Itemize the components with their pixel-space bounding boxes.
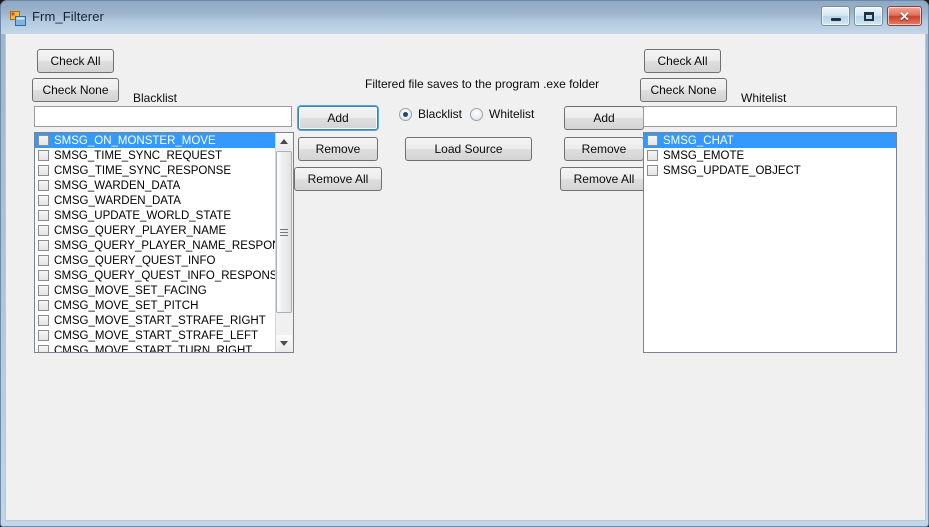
window-title: Frm_Filterer — [32, 9, 104, 24]
blacklist-item[interactable]: CMSG_MOVE_START_TURN_RIGHT — [35, 343, 293, 352]
blacklist-item-label: SMSG_QUERY_PLAYER_NAME_RESPONSE — [54, 239, 293, 252]
checkbox-icon[interactable] — [38, 150, 49, 161]
blacklist-item[interactable]: SMSG_WARDEN_DATA — [35, 178, 293, 193]
checkbox-icon[interactable] — [38, 285, 49, 296]
checkbox-icon[interactable] — [38, 225, 49, 236]
checkbox-icon[interactable] — [38, 315, 49, 326]
checkbox-icon[interactable] — [38, 240, 49, 251]
checkbox-icon[interactable] — [38, 135, 49, 146]
whitelist-remove-all-button[interactable]: Remove All — [560, 167, 648, 191]
whitelist-item[interactable]: SMSG_CHAT — [644, 133, 896, 148]
blacklist-item[interactable]: CMSG_QUERY_QUEST_INFO — [35, 253, 293, 268]
whitelist-add-button[interactable]: Add — [564, 106, 644, 130]
blacklist-item[interactable]: CMSG_MOVE_START_STRAFE_LEFT — [35, 328, 293, 343]
blacklist-item[interactable]: SMSG_UPDATE_WORLD_STATE — [35, 208, 293, 223]
blacklist-item-label: CMSG_MOVE_START_TURN_RIGHT — [54, 344, 253, 353]
blacklist-item-label: CMSG_TIME_SYNC_RESPONSE — [54, 164, 232, 177]
blacklist-item[interactable]: CMSG_QUERY_PLAYER_NAME — [35, 223, 293, 238]
blacklist-items: SMSG_ON_MONSTER_MOVE SMSG_TIME_SYNC_REQUE… — [35, 133, 293, 352]
blacklist-item[interactable]: SMSG_ON_MONSTER_MOVE — [35, 133, 293, 148]
blacklist-item[interactable]: SMSG_TIME_SYNC_REQUEST — [35, 148, 293, 163]
checkbox-icon[interactable] — [38, 330, 49, 341]
radio-blacklist-icon — [399, 107, 412, 121]
maximize-icon — [855, 7, 882, 25]
blacklist-item-label: CMSG_WARDEN_DATA — [54, 194, 181, 207]
checkbox-icon[interactable] — [38, 345, 49, 352]
blacklist-remove-all-button[interactable]: Remove All — [294, 167, 382, 191]
blacklist-item-label: CMSG_MOVE_SET_PITCH — [54, 299, 199, 312]
checkbox-icon[interactable] — [38, 270, 49, 281]
minimize-icon — [822, 7, 849, 25]
whitelist-search-input[interactable] — [643, 106, 897, 127]
application-window: Frm_Filterer ✕ Check All Check None Blac… — [0, 0, 929, 527]
title-bar[interactable]: Frm_Filterer ✕ — [1, 1, 928, 34]
maximize-button[interactable] — [854, 6, 883, 26]
radio-blacklist-label: Blacklist — [418, 107, 463, 121]
whitelist-item-label: SMSG_CHAT — [663, 134, 734, 147]
blacklist-item[interactable]: CMSG_WARDEN_DATA — [35, 193, 293, 208]
form-client-area: Check All Check None Blacklist SMSG_ON_M… — [5, 34, 926, 521]
load-source-button[interactable]: Load Source — [405, 137, 532, 161]
blacklist-remove-button[interactable]: Remove — [298, 137, 378, 161]
whitelist-listbox[interactable]: SMSG_CHAT SMSG_EMOTE SMSG_UPDATE_OBJECT — [643, 132, 897, 353]
checkbox-icon[interactable] — [38, 300, 49, 311]
blacklist-item[interactable]: SMSG_QUERY_PLAYER_NAME_RESPONSE — [35, 238, 293, 253]
blacklist-item-label: CMSG_MOVE_SET_FACING — [54, 284, 207, 297]
blacklist-item-label: SMSG_WARDEN_DATA — [54, 179, 181, 192]
blacklist-item-label: CMSG_QUERY_QUEST_INFO — [54, 254, 216, 267]
checkbox-icon[interactable] — [38, 180, 49, 191]
scrollbar-grip-icon — [280, 228, 288, 236]
scroll-up-icon[interactable] — [276, 133, 292, 150]
close-icon: ✕ — [899, 8, 910, 24]
blacklist-item[interactable]: CMSG_MOVE_START_STRAFE_RIGHT — [35, 313, 293, 328]
whitelist-check-all-button[interactable]: Check All — [644, 49, 721, 73]
blacklist-item-label: CMSG_MOVE_START_STRAFE_LEFT — [54, 329, 259, 342]
blacklist-item-label: CMSG_MOVE_START_STRAFE_RIGHT — [54, 314, 266, 327]
whitelist-item[interactable]: SMSG_UPDATE_OBJECT — [644, 163, 896, 178]
whitelist-remove-button[interactable]: Remove — [564, 137, 644, 161]
radio-whitelist-label: Whitelist — [489, 107, 535, 121]
whitelist-item-label: SMSG_EMOTE — [663, 149, 745, 162]
blacklist-item-label: SMSG_UPDATE_WORLD_STATE — [54, 209, 232, 222]
checkbox-icon[interactable] — [38, 165, 49, 176]
radio-whitelist[interactable]: Whitelist — [470, 107, 534, 121]
blacklist-scrollbar[interactable] — [275, 133, 293, 352]
close-button[interactable]: ✕ — [887, 6, 922, 26]
checkbox-icon[interactable] — [647, 165, 658, 176]
checkbox-icon[interactable] — [38, 255, 49, 266]
blacklist-label: Blacklist — [133, 91, 178, 105]
whitelist-items: SMSG_CHAT SMSG_EMOTE SMSG_UPDATE_OBJECT — [644, 133, 896, 352]
blacklist-check-none-button[interactable]: Check None — [32, 78, 119, 102]
checkbox-icon[interactable] — [38, 210, 49, 221]
blacklist-item-label: CMSG_QUERY_PLAYER_NAME — [54, 224, 227, 237]
blacklist-item[interactable]: CMSG_MOVE_SET_FACING — [35, 283, 293, 298]
scroll-down-icon[interactable] — [276, 335, 292, 352]
form-icon — [10, 11, 26, 26]
blacklist-check-all-button[interactable]: Check All — [37, 49, 114, 73]
radio-whitelist-icon — [470, 107, 483, 121]
blacklist-item-label: SMSG_TIME_SYNC_REQUEST — [54, 149, 223, 162]
checkbox-icon[interactable] — [647, 135, 658, 146]
blacklist-add-button[interactable]: Add — [298, 106, 378, 130]
whitelist-check-none-button[interactable]: Check None — [640, 78, 727, 102]
blacklist-item[interactable]: CMSG_MOVE_SET_PITCH — [35, 298, 293, 313]
minimize-button[interactable] — [821, 6, 850, 26]
whitelist-item-label: SMSG_UPDATE_OBJECT — [663, 164, 801, 177]
blacklist-search-input[interactable] — [34, 106, 292, 127]
save-location-note: Filtered file saves to the program .exe … — [365, 77, 600, 91]
checkbox-icon[interactable] — [647, 150, 658, 161]
radio-blacklist[interactable]: Blacklist — [399, 107, 462, 121]
whitelist-item[interactable]: SMSG_EMOTE — [644, 148, 896, 163]
blacklist-item[interactable]: SMSG_QUERY_QUEST_INFO_RESPONSE — [35, 268, 293, 283]
checkbox-icon[interactable] — [38, 195, 49, 206]
blacklist-item[interactable]: CMSG_TIME_SYNC_RESPONSE — [35, 163, 293, 178]
blacklist-item-label: SMSG_ON_MONSTER_MOVE — [54, 134, 216, 147]
scrollbar-thumb[interactable] — [276, 151, 292, 313]
blacklist-item-label: SMSG_QUERY_QUEST_INFO_RESPONSE — [54, 269, 286, 282]
whitelist-label: Whitelist — [741, 91, 787, 105]
blacklist-listbox[interactable]: SMSG_ON_MONSTER_MOVE SMSG_TIME_SYNC_REQUE… — [34, 132, 294, 353]
